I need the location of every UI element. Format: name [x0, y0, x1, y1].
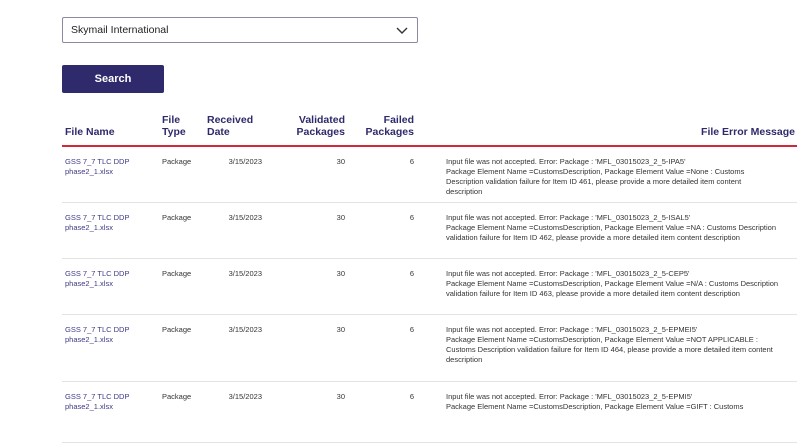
table-header: File Name File Type Received Date Valida… — [62, 108, 797, 147]
header-file-type[interactable]: File Type — [162, 114, 186, 138]
header-validated-line: Packages — [296, 126, 345, 138]
file-error-message: Input file was not accepted. Error: Pack… — [446, 325, 796, 365]
header-file-error-message[interactable]: File Error Message — [701, 126, 795, 138]
file-name-line: GSS 7_7 TLC DDP — [65, 269, 130, 278]
file-name-line: phase2_1.xlsx — [65, 279, 113, 288]
header-validated-packages[interactable]: Validated Packages — [290, 114, 345, 138]
received-date-cell: 3/15/2023 — [228, 269, 262, 278]
file-name-link[interactable]: GSS 7_7 TLC DDP phase2_1.xlsx — [65, 157, 143, 177]
table-row: GSS 7_7 TLC DDP phase2_1.xlsx Package 3/15/… — [62, 259, 797, 315]
file-name-line: GSS 7_7 TLC DDP — [65, 213, 130, 222]
error-message-line: Input file was not accepted. Error: Pack… — [446, 213, 691, 222]
search-button[interactable]: Search — [62, 65, 164, 93]
file-name-link[interactable]: GSS 7_7 TLC DDP phase2_1.xlsx — [65, 325, 143, 345]
error-message-line: validation failure for Item ID 463, plea… — [446, 289, 740, 298]
header-received-date[interactable]: Received Date — [207, 114, 253, 138]
error-message-line: Input file was not accepted. Error: Pack… — [446, 157, 686, 166]
header-received-date-line: Date — [207, 126, 230, 138]
error-message-line: validation failure for Item ID 462, plea… — [446, 233, 740, 242]
error-message-line: description — [446, 355, 483, 364]
table-row: GSS 7_7 TLC DDP phase2_1.xlsx Package 3/15/… — [62, 147, 797, 203]
table-row: GSS 7_7 TLC DDP phase2_1.xlsx Package 3/15/… — [62, 382, 797, 443]
received-date-cell: 3/15/2023 — [228, 392, 262, 401]
header-failed-line: Failed — [383, 114, 414, 126]
validated-packages-cell: 30 — [336, 269, 345, 278]
carrier-select[interactable]: Skymail International — [62, 17, 418, 43]
file-name-line: GSS 7_7 TLC DDP — [65, 325, 130, 334]
header-received-date-line: Received — [207, 114, 254, 126]
received-date-cell: 3/15/2023 — [228, 157, 262, 166]
error-message-line: Input file was not accepted. Error: Pack… — [446, 392, 693, 401]
file-name-line: GSS 7_7 TLC DDP — [65, 392, 130, 401]
header-file-name[interactable]: File Name — [65, 126, 115, 138]
file-type-cell: Package — [162, 325, 192, 334]
header-failed-line: Packages — [365, 126, 414, 138]
file-error-message: Input file was not accepted. Error: Pack… — [446, 269, 796, 299]
header-failed-packages[interactable]: Failed Packages — [362, 114, 414, 138]
error-message-line: Customs Description validation failure f… — [446, 345, 773, 354]
error-message-line: Package Element Name =CustomsDescription… — [446, 279, 779, 288]
validated-packages-cell: 30 — [336, 213, 345, 222]
file-type-cell: Package — [162, 157, 192, 166]
validated-packages-cell: 30 — [336, 325, 345, 334]
header-file-type-line: File — [162, 114, 181, 126]
chevron-down-icon — [396, 27, 408, 34]
validated-packages-cell: 30 — [336, 157, 345, 166]
error-message-line: Description validation failure for Item … — [446, 177, 742, 186]
failed-packages-cell: 6 — [409, 269, 414, 278]
table-row: GSS 7_7 TLC DDP phase2_1.xlsx Package 3/15/… — [62, 315, 797, 382]
error-message-line: Package Element Name =CustomsDescription… — [446, 402, 744, 411]
file-error-message: Input file was not accepted. Error: Pack… — [446, 392, 796, 412]
validated-packages-cell: 30 — [336, 392, 345, 401]
table-row: GSS 7_7 TLC DDP phase2_1.xlsx Package 3/15/… — [62, 203, 797, 259]
error-message-line: description — [446, 187, 483, 196]
file-name-line: GSS 7_7 TLC DDP — [65, 157, 130, 166]
file-name-line: phase2_1.xlsx — [65, 335, 113, 344]
file-name-line: phase2_1.xlsx — [65, 223, 113, 232]
error-message-line: Input file was not accepted. Error: Pack… — [446, 325, 698, 334]
file-type-cell: Package — [162, 213, 192, 222]
file-name-link[interactable]: GSS 7_7 TLC DDP phase2_1.xlsx — [65, 213, 143, 233]
file-error-message: Input file was not accepted. Error: Pack… — [446, 157, 796, 197]
error-message-line: Input file was not accepted. Error: Pack… — [446, 269, 690, 278]
file-name-link[interactable]: GSS 7_7 TLC DDP phase2_1.xlsx — [65, 392, 143, 412]
header-file-type-line: Type — [162, 126, 186, 138]
file-name-line: phase2_1.xlsx — [65, 402, 113, 411]
error-message-line: Package Element Name =CustomsDescription… — [446, 167, 745, 176]
received-date-cell: 3/15/2023 — [228, 325, 262, 334]
table-body: GSS 7_7 TLC DDP phase2_1.xlsx Package 3/15/… — [62, 147, 797, 443]
file-name-link[interactable]: GSS 7_7 TLC DDP phase2_1.xlsx — [65, 269, 143, 289]
header-validated-line: Validated — [298, 114, 345, 126]
file-error-table: File Name File Type Received Date Valida… — [62, 108, 797, 443]
failed-packages-cell: 6 — [409, 325, 414, 334]
error-message-line: Package Element Name =CustomsDescription… — [446, 223, 777, 232]
failed-packages-cell: 6 — [409, 213, 414, 222]
file-name-line: phase2_1.xlsx — [65, 167, 113, 176]
error-message-line: Package Element Name =CustomsDescription… — [446, 335, 758, 344]
failed-packages-cell: 6 — [409, 392, 414, 401]
received-date-cell: 3/15/2023 — [228, 213, 262, 222]
carrier-select-value: Skymail International — [71, 24, 169, 36]
failed-packages-cell: 6 — [409, 157, 414, 166]
file-type-cell: Package — [162, 269, 192, 278]
file-error-message: Input file was not accepted. Error: Pack… — [446, 213, 796, 243]
file-type-cell: Package — [162, 392, 192, 401]
